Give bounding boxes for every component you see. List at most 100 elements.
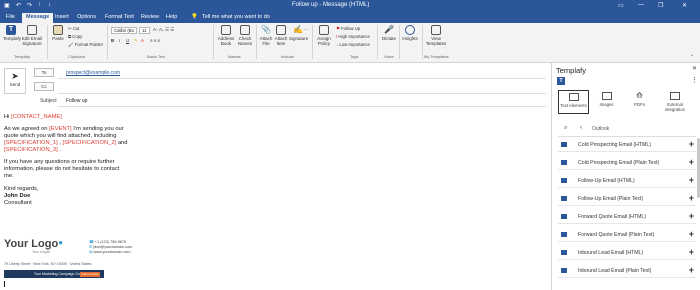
add-icon[interactable]: + <box>689 211 694 221</box>
check-names-button[interactable]: Check Names <box>236 25 254 46</box>
add-icon[interactable]: + <box>689 139 694 149</box>
dictate-button[interactable]: 🎤 Dictate <box>380 25 398 41</box>
font-size-select[interactable]: 11 <box>139 27 150 34</box>
italic-button[interactable]: I <box>119 38 120 43</box>
check-names-label: Check Names <box>237 36 253 46</box>
paste-button[interactable]: Paste <box>51 25 65 41</box>
save-icon[interactable]: ▣ <box>4 2 10 9</box>
font-color-icon[interactable]: A <box>141 38 144 43</box>
insights-button[interactable]: Insights <box>401 25 419 41</box>
grow-font-icon[interactable]: A↑ A↓ ☰ ☰ <box>153 27 174 33</box>
assign-policy-button[interactable]: Assign Policy <box>315 25 333 46</box>
list-item[interactable]: Forward Quote Email (Plain Text) + <box>558 228 696 242</box>
to-button[interactable]: To <box>34 68 54 77</box>
body-line: If you have any questions or require fur… <box>4 159 115 165</box>
email-template-icon <box>561 214 567 219</box>
list-item[interactable]: Follow-Up Email (Plain Text) + <box>558 192 696 206</box>
follow-up-label: Follow Up <box>341 26 361 31</box>
add-icon[interactable]: + <box>689 265 694 275</box>
search-icon[interactable]: ⌕ <box>564 125 567 132</box>
low-importance-button[interactable]: ↓ Low Importance <box>336 42 370 47</box>
list-item[interactable]: Inbound Lead Email (Plain Text) + <box>558 264 696 278</box>
attach-item-button[interactable]: Attach Item <box>274 25 288 46</box>
add-icon[interactable]: + <box>689 247 694 257</box>
globe-icon: ◍ <box>89 250 93 254</box>
tab-help[interactable]: Help <box>166 14 177 20</box>
marketing-banner[interactable]: Your Marketing Campaign Goes Here Call-t… <box>4 270 104 278</box>
up-arrow-icon[interactable]: ↑ <box>38 2 41 8</box>
placeholder-contact-name: [CONTACT_NAME] <box>11 114 62 120</box>
list-item[interactable]: Forward Quote Email (HTML) + <box>558 210 696 224</box>
ribbon-display-icon[interactable]: ▭ <box>618 2 624 9</box>
back-chevron-icon[interactable]: ‹ <box>580 125 582 131</box>
redo-icon[interactable]: ↷ <box>27 2 32 9</box>
contact-web: ◍ www.yourdomain.com <box>89 250 132 255</box>
address-book-button[interactable]: Address Book <box>217 25 235 46</box>
list-item[interactable]: Inbound Lead Email (HTML) + <box>558 246 696 260</box>
group-label-tags: Tags <box>350 54 359 59</box>
list-item[interactable]: Cold Prospecting Email (HTML) + <box>558 138 696 152</box>
follow-up-button[interactable]: ⚑ Follow Up <box>336 26 360 32</box>
group-label-basic-text: Basic Text <box>147 54 166 59</box>
send-button[interactable]: ➤ Send <box>4 68 26 94</box>
assign-policy-label: Assign Policy <box>317 36 331 46</box>
tell-me-input[interactable]: Tell me what you want to do <box>202 14 270 20</box>
restore-button[interactable]: ❐ <box>658 2 663 9</box>
add-icon[interactable]: + <box>689 229 694 239</box>
font-family-select[interactable]: Calibri (Bo <box>111 27 137 34</box>
pane-tab-external-integration[interactable]: External integration <box>657 90 693 114</box>
copy-label: Copy <box>72 34 83 39</box>
tab-file[interactable]: File <box>6 14 15 20</box>
edit-email-signature-button[interactable]: Edit Email Signature <box>21 25 43 46</box>
highlight-icon[interactable]: ✎ <box>134 38 138 44</box>
minimize-button[interactable]: — <box>638 2 644 8</box>
templafy-button[interactable]: T Templafy <box>3 25 21 41</box>
more-options-button[interactable]: ⋮ <box>691 76 698 84</box>
add-icon[interactable]: + <box>689 157 694 167</box>
copy-button[interactable]: ⧉ Copy <box>68 34 82 39</box>
list-item-label: Cold Prospecting Email (HTML) <box>578 142 651 148</box>
tab-message[interactable]: Message <box>22 13 54 23</box>
undo-icon[interactable]: ↶ <box>16 2 21 9</box>
high-importance-button[interactable]: ! High Importance <box>336 34 370 39</box>
body-line: As we agreed on [EVENT] I'm sending you … <box>4 126 128 133</box>
attach-file-button[interactable]: 📎 Attach File <box>259 25 273 46</box>
list-item[interactable]: Follow-Up Email (HTML) + <box>558 174 696 188</box>
templafy-pane: Templafy ✕ T ⋮ Text elements Images ⟰ PD… <box>551 63 700 290</box>
more-include-icon[interactable]: ⋯ <box>304 27 308 33</box>
add-icon[interactable]: + <box>689 193 694 203</box>
align-icons[interactable]: ≡ ≡ ≡ <box>150 38 160 43</box>
tab-options[interactable]: Options <box>77 14 96 20</box>
pane-tab-pdfs[interactable]: ⟰ PDFs <box>624 90 655 114</box>
pane-close-button[interactable]: ✕ <box>692 65 697 72</box>
to-recipient[interactable]: prospect@example.com <box>66 70 120 76</box>
signature-title: Consultant <box>4 200 32 206</box>
group-divider <box>213 25 214 59</box>
add-icon[interactable]: + <box>689 175 694 185</box>
view-templates-button[interactable]: View Templates <box>425 25 447 46</box>
down-arrow-icon[interactable]: ↓ <box>48 2 51 8</box>
ribbon-tabs: File Message Insert Options Format Text … <box>0 12 700 23</box>
cc-button[interactable]: Cc <box>34 82 54 91</box>
format-painter-button[interactable]: 🖌 Format Painter <box>68 42 103 48</box>
signature-name: John Doe <box>4 193 31 199</box>
collapse-ribbon-icon[interactable]: ⌃ <box>690 54 694 60</box>
banner-cta-button[interactable]: Call-to-Action <box>80 271 100 277</box>
tab-format-text[interactable]: Format Text <box>105 14 134 20</box>
tab-review[interactable]: Review <box>141 14 159 20</box>
placeholder-event: [EVENT] <box>49 126 72 132</box>
pane-tab-images[interactable]: Images <box>591 90 622 114</box>
templates-icon <box>431 25 441 35</box>
pane-tab-text-elements[interactable]: Text elements <box>558 90 589 114</box>
bold-button[interactable]: B <box>111 38 114 43</box>
email-body[interactable]: Hi [CONTACT_NAME] As we agreed on [EVENT… <box>4 114 128 207</box>
cut-button[interactable]: ✂ Cut <box>68 26 80 32</box>
tab-insert[interactable]: Insert <box>55 14 69 20</box>
logo-tagline: Your slogan <box>32 250 51 254</box>
subject-input[interactable]: Follow up <box>66 98 87 104</box>
underline-button[interactable]: U <box>126 38 129 43</box>
mail-icon: ✉ <box>89 245 93 249</box>
templafy-icon: T <box>6 25 16 35</box>
list-item[interactable]: Cold Prospecting Email (Plain Text) + <box>558 156 696 170</box>
close-button[interactable]: ✕ <box>682 2 687 9</box>
